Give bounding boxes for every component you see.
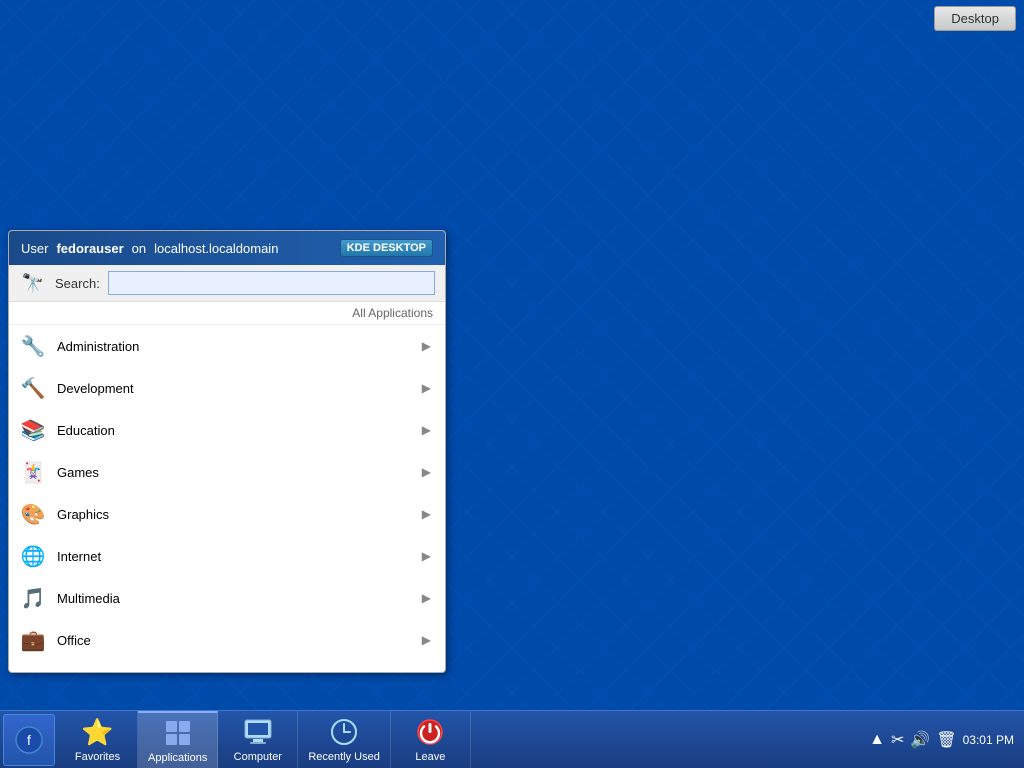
menu-item-development[interactable]: 🔨 Development ▶	[9, 367, 445, 409]
development-icon: 🔨	[19, 374, 47, 402]
games-arrow: ▶	[422, 465, 431, 479]
tab-recently-used[interactable]: Recently Used	[298, 711, 391, 768]
applications-tab-icon	[162, 717, 194, 749]
leave-tab-icon	[414, 716, 446, 748]
internet-label: Internet	[57, 549, 412, 564]
development-arrow: ▶	[422, 381, 431, 395]
menu-list: All Applications 🔧 Administration ▶ 🔨 De…	[9, 302, 445, 672]
internet-arrow: ▶	[422, 549, 431, 563]
office-label: Office	[57, 633, 412, 648]
leave-tab-label: Leave	[415, 751, 445, 763]
menu-item-office[interactable]: 💼 Office ▶	[9, 619, 445, 661]
favorites-tab-label: Favorites	[75, 751, 120, 763]
menu-item-administration[interactable]: 🔧 Administration ▶	[9, 325, 445, 367]
education-arrow: ▶	[422, 423, 431, 437]
menu-content: All Applications 🔧 Administration ▶ 🔨 De…	[9, 302, 445, 672]
games-icon: 🃏	[19, 458, 47, 486]
username-text: fedorauser	[56, 241, 123, 256]
menu-item-multimedia[interactable]: 🎵 Multimedia ▶	[9, 577, 445, 619]
tab-leave[interactable]: Leave	[391, 711, 471, 768]
search-bar: 🔭 Search:	[9, 265, 445, 302]
menu-header-user: User fedorauser on localhost.localdomain	[21, 241, 278, 256]
tray-trash-icon[interactable]: 🗑	[936, 730, 956, 750]
tab-applications[interactable]: Applications	[138, 711, 218, 768]
recently-used-tab-icon	[328, 716, 360, 748]
administration-label: Administration	[57, 339, 412, 354]
binoculars-icon: 🔭	[19, 271, 47, 295]
computer-tab-icon	[242, 716, 274, 748]
search-input[interactable]	[108, 271, 435, 295]
search-label: Search:	[55, 276, 100, 291]
menu-header: User fedorauser on localhost.localdomain…	[9, 231, 445, 265]
office-icon: 💼	[19, 626, 47, 654]
applications-tab-label: Applications	[148, 752, 207, 764]
internet-icon: 🌐	[19, 542, 47, 570]
multimedia-arrow: ▶	[422, 591, 431, 605]
multimedia-icon: 🎵	[19, 584, 47, 612]
start-menu: User fedorauser on localhost.localdomain…	[8, 230, 446, 673]
graphics-label: Graphics	[57, 507, 412, 522]
settings-icon: ⚙	[19, 668, 47, 672]
menu-item-graphics[interactable]: 🎨 Graphics ▶	[9, 493, 445, 535]
education-label: Education	[57, 423, 412, 438]
menu-item-education[interactable]: 📚 Education ▶	[9, 409, 445, 451]
menu-item-settings[interactable]: ⚙ Settings ▶	[9, 661, 445, 672]
development-label: Development	[57, 381, 412, 396]
education-icon: 📚	[19, 416, 47, 444]
hostname-text: localhost.localdomain	[154, 241, 278, 256]
on-text: on	[132, 241, 146, 256]
favorites-tab-icon: ⭐	[82, 716, 114, 748]
menu-item-games[interactable]: 🃏 Games ▶	[9, 451, 445, 493]
multimedia-label: Multimedia	[57, 591, 412, 606]
tray-arrow-icon[interactable]: ▲	[869, 731, 885, 749]
graphics-arrow: ▶	[422, 507, 431, 521]
svg-text:f: f	[27, 732, 31, 748]
kde-badge: KDE DESKTOP	[340, 239, 433, 257]
tray-scissors-icon[interactable]: ✂	[891, 730, 904, 750]
all-apps-label: All Applications	[9, 302, 445, 325]
tray-time: 03:01 PM	[963, 733, 1014, 747]
office-arrow: ▶	[422, 633, 431, 647]
menu-item-internet[interactable]: 🌐 Internet ▶	[9, 535, 445, 577]
games-label: Games	[57, 465, 412, 480]
taskbar: f ⭐ Favorites Applications	[0, 710, 1024, 768]
graphics-icon: 🎨	[19, 500, 47, 528]
taskbar-tabs: ⭐ Favorites Applications	[58, 711, 471, 768]
system-tray: ▲ ✂ 🔊 🗑 03:01 PM	[859, 730, 1024, 750]
computer-tab-label: Computer	[234, 751, 282, 763]
recently-used-tab-label: Recently Used	[308, 751, 380, 763]
tab-favorites[interactable]: ⭐ Favorites	[58, 711, 138, 768]
tab-computer[interactable]: Computer	[218, 711, 298, 768]
administration-arrow: ▶	[422, 339, 431, 353]
start-button[interactable]: f	[3, 714, 55, 766]
tray-volume-icon[interactable]: 🔊	[910, 730, 930, 750]
user-prefix-text: User	[21, 241, 48, 256]
administration-icon: 🔧	[19, 332, 47, 360]
desktop-button[interactable]: Desktop	[934, 6, 1016, 31]
